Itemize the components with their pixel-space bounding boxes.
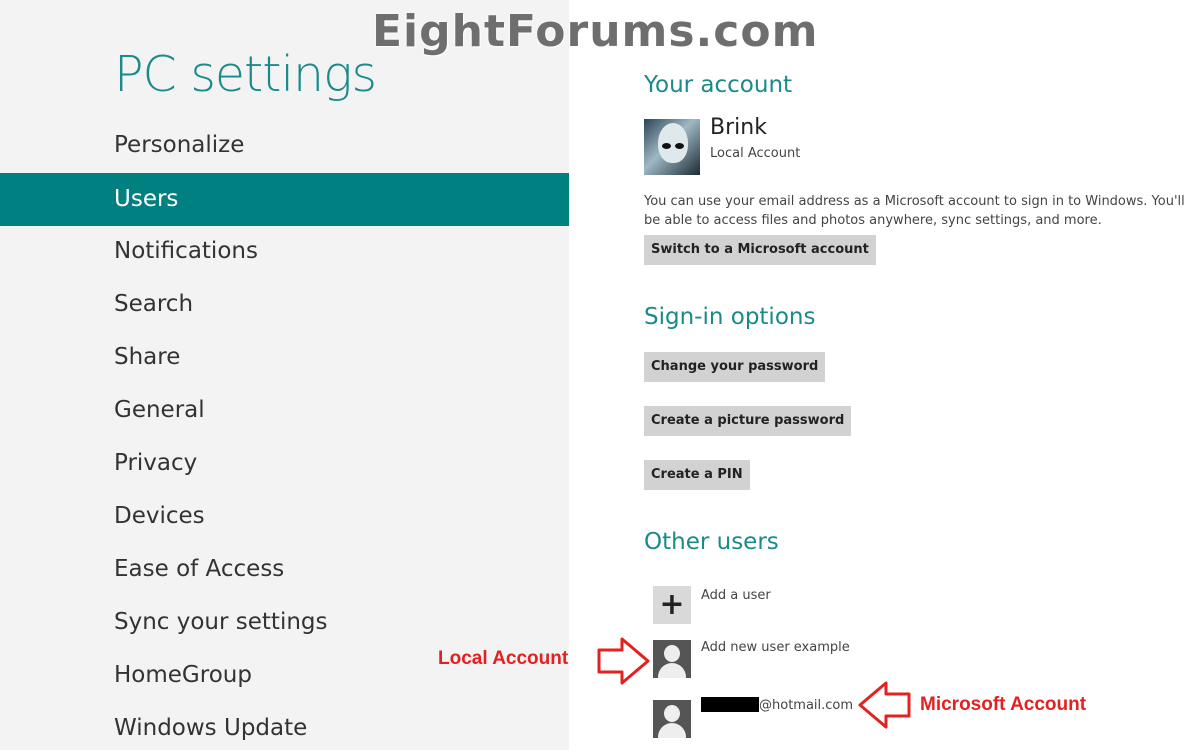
avatar-eye-right	[675, 143, 684, 149]
local-account-annotation: Local Account	[438, 648, 569, 669]
user-avatar-icon[interactable]	[653, 700, 691, 738]
account-type-label: Local Account	[710, 146, 801, 161]
redacted-email-block	[701, 697, 759, 712]
microsoft-user-label[interactable]: @hotmail.com	[701, 697, 853, 713]
arrow-left-icon	[858, 681, 911, 729]
nav-item-privacy[interactable]: Privacy	[0, 437, 569, 490]
avatar-eye-left	[662, 143, 671, 149]
settings-nav-panel: PC settings Personalize Users Notificati…	[0, 0, 569, 750]
person-head-shape	[664, 645, 680, 662]
nav-item-devices[interactable]: Devices	[0, 490, 569, 543]
other-users-heading: Other users	[644, 529, 779, 555]
your-account-heading: Your account	[644, 72, 793, 98]
person-body-shape	[658, 723, 686, 738]
nav-item-general[interactable]: General	[0, 384, 569, 437]
create-pin-button[interactable]: Create a PIN	[644, 460, 750, 490]
nav-item-share[interactable]: Share	[0, 331, 569, 384]
local-user-label[interactable]: Add new user example	[701, 640, 850, 655]
switch-to-microsoft-account-button[interactable]: Switch to a Microsoft account	[644, 235, 876, 265]
add-user-plus-icon[interactable]: +	[653, 586, 691, 624]
user-avatar-icon[interactable]	[653, 640, 691, 678]
nav-item-search[interactable]: Search	[0, 278, 569, 331]
microsoft-account-annotation: Microsoft Account	[920, 694, 1087, 715]
create-picture-password-button[interactable]: Create a picture password	[644, 406, 852, 436]
site-watermark: EightForums.com	[372, 6, 819, 57]
account-avatar	[644, 119, 700, 175]
nav-item-windows-update[interactable]: Windows Update	[0, 702, 569, 755]
person-body-shape	[658, 663, 686, 678]
alien-avatar-icon	[658, 123, 688, 163]
change-password-button[interactable]: Change your password	[644, 352, 826, 382]
email-domain-text: @hotmail.com	[759, 698, 854, 713]
microsoft-account-description: You can use your email address as a Micr…	[644, 194, 1185, 228]
nav-item-personalize[interactable]: Personalize	[0, 119, 569, 172]
nav-item-users[interactable]: Users	[0, 173, 569, 226]
nav-item-ease-of-access[interactable]: Ease of Access	[0, 543, 569, 596]
page-title: PC settings	[114, 46, 377, 103]
person-head-shape	[664, 705, 680, 722]
account-user-name: Brink	[710, 115, 767, 140]
sign-in-options-heading: Sign-in options	[644, 304, 816, 330]
nav-item-notifications[interactable]: Notifications	[0, 225, 569, 278]
add-user-link[interactable]: Add a user	[701, 588, 771, 603]
users-settings-content: Your account Brink Local Account You can…	[644, 0, 1194, 750]
arrow-right-icon	[597, 637, 650, 685]
nav-item-sync-settings[interactable]: Sync your settings	[0, 596, 569, 649]
